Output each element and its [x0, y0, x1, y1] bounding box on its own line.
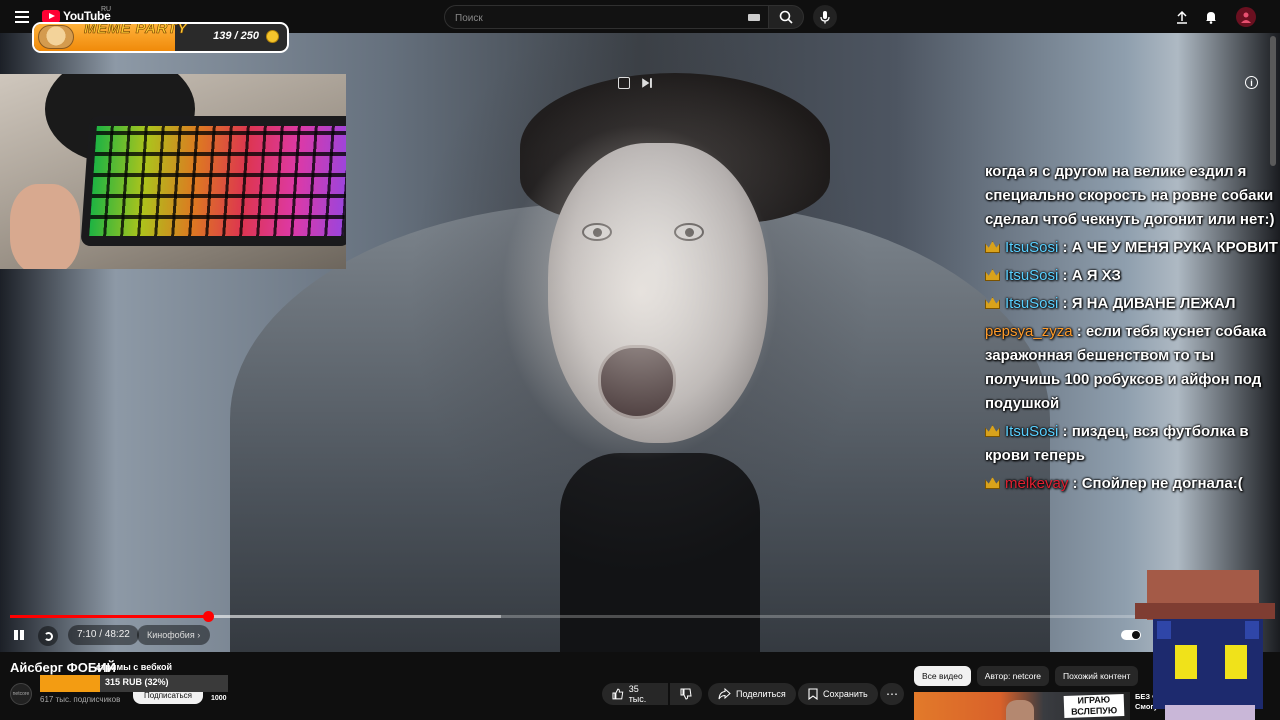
- dislike-button[interactable]: [670, 683, 702, 705]
- crown-icon: [985, 269, 1000, 281]
- webcam-keyboard: [80, 116, 346, 246]
- thumbs-up-icon: [612, 688, 624, 700]
- recommendation-thumbnail[interactable]: ИГРАЮ ВСЛЕПУЮ: [914, 692, 1130, 720]
- player-controls: 7:10 / 48:22 Кинофобия ›: [0, 622, 1280, 648]
- bookmark-icon: [808, 688, 818, 700]
- youtube-play-icon: [42, 9, 60, 23]
- pixel-cat-overlay: [1135, 565, 1280, 720]
- upload-icon[interactable]: [1172, 7, 1192, 27]
- chat-nick: pepsya_zyza: [985, 323, 1073, 340]
- chat-message: ItsuSosi : пиздец, вся футболка в крови …: [985, 420, 1280, 468]
- crown-icon: [985, 425, 1000, 437]
- donation-label: 315 RUB (32%): [105, 677, 169, 687]
- donation-bar: 315 RUB (32%): [40, 675, 228, 692]
- crown-icon: [985, 297, 1000, 309]
- keyboard-icon[interactable]: [748, 14, 760, 21]
- chat-text: : А ЧЕ У МЕНЯ РУКА КРОВИТ: [1062, 239, 1278, 256]
- progress-bar[interactable]: [10, 611, 1270, 622]
- coin-icon: [266, 30, 279, 43]
- chat-nick: ItsuSosi: [1005, 295, 1059, 312]
- like-button[interactable]: 35 тыс.: [602, 683, 668, 705]
- chat-text: : А Я ХЗ: [1062, 267, 1121, 284]
- youtube-page: YouTube RU i: [0, 0, 1280, 720]
- cat-eye: [1225, 645, 1247, 679]
- chat-nick: ItsuSosi: [1005, 423, 1059, 440]
- thumbnail-tag: ИГРАЮ ВСЛЕПУЮ: [1063, 693, 1125, 719]
- miniplayer-icon[interactable]: [618, 77, 630, 89]
- voice-search-button[interactable]: [813, 5, 837, 29]
- search-button[interactable]: [768, 5, 804, 29]
- chat-message: ItsuSosi : А ЧЕ У МЕНЯ РУКА КРОВИТ: [985, 236, 1280, 260]
- cat-ear: [1157, 621, 1171, 639]
- donation-progress: [40, 675, 101, 692]
- share-label: Поделиться: [736, 689, 786, 699]
- chat-text: когда я с другом на велике ездил я специ…: [985, 163, 1275, 228]
- channel-avatar-text: netcore: [12, 691, 30, 697]
- chat-message: ItsuSosi : Я НА ДИВАНЕ ЛЕЖАЛ: [985, 292, 1280, 316]
- search-box: [444, 5, 768, 29]
- search-input[interactable]: [455, 10, 735, 26]
- channel-avatar[interactable]: netcore: [10, 683, 32, 705]
- share-button[interactable]: Поделиться: [708, 683, 796, 705]
- time-display: 7:10 / 48:22: [68, 625, 139, 645]
- pause-icon[interactable]: [12, 628, 26, 642]
- user-icon: [1241, 12, 1251, 23]
- crown-icon: [985, 477, 1000, 489]
- chapter-button[interactable]: Кинофобия ›: [137, 625, 211, 645]
- thumbs-down-icon: [680, 688, 692, 700]
- chat-overlay: когда я с другом на велике ездил я специ…: [985, 160, 1280, 500]
- chip-all-videos[interactable]: Все видео: [914, 666, 971, 686]
- meme-party-widget: MEME PARTY 139 / 250: [32, 22, 289, 53]
- chat-message: ItsuSosi : А Я ХЗ: [985, 264, 1280, 288]
- more-icon: ⋯: [886, 687, 898, 701]
- chat-nick: melkevay: [1005, 475, 1069, 492]
- progress-played: [10, 615, 208, 618]
- chat-message: когда я с другом на велике ездил я специ…: [985, 160, 1280, 232]
- chat-nick: ItsuSosi: [1005, 267, 1059, 284]
- skip-next-icon[interactable]: [641, 77, 653, 89]
- info-icon[interactable]: i: [1245, 76, 1258, 89]
- chat-message: pepsya_zyza : если тебя куснет собака за…: [985, 320, 1280, 416]
- share-icon: [718, 688, 731, 700]
- video-info-area: Айсберг ФОБИЙ стримы с вебкой netcore 61…: [0, 652, 1280, 720]
- chat-text: : Я НА ДИВАНЕ ЛЕЖАЛ: [1062, 295, 1236, 312]
- search-icon: [779, 10, 793, 24]
- chat-nick: ItsuSosi: [1005, 239, 1059, 256]
- chat-message: melkevay : Спойлер не догнала:(: [985, 472, 1280, 496]
- more-actions-button[interactable]: ⋯: [880, 683, 904, 705]
- avatar[interactable]: [1236, 7, 1256, 27]
- subscriber-count: 617 тыс. подписчиков: [40, 695, 121, 704]
- bell-icon[interactable]: [1201, 7, 1221, 27]
- menu-icon[interactable]: [12, 7, 32, 27]
- progress-scrubber[interactable]: [202, 611, 214, 622]
- chip-similar[interactable]: Похожий контент: [1055, 666, 1139, 686]
- recommendation-chips: Все видео Автор: netcore Похожий контент: [914, 666, 1139, 686]
- thumbnail-face: [1006, 700, 1034, 720]
- video-subtitle: стримы с вебкой: [96, 662, 173, 672]
- chip-author[interactable]: Автор: netcore: [976, 666, 1050, 686]
- doge-icon: [38, 25, 74, 49]
- count-badge: 1000: [211, 695, 227, 702]
- cat-eye: [1175, 645, 1197, 679]
- meme-party-title: MEME PARTY: [84, 24, 188, 37]
- save-label: Сохранить: [823, 689, 868, 699]
- region-label: RU: [101, 6, 112, 13]
- crown-icon: [985, 241, 1000, 253]
- meme-party-count: 139 / 250: [213, 30, 259, 42]
- chevron-right-icon: ›: [197, 630, 201, 640]
- cat-hat-brim: [1135, 603, 1275, 619]
- like-count: 35 тыс.: [628, 684, 647, 704]
- webcam-hand: [10, 184, 80, 269]
- chapter-label: Кинофобия: [147, 630, 195, 640]
- webcam-overlay: [0, 74, 346, 269]
- cat-body: [1165, 705, 1255, 720]
- volume-icon[interactable]: [38, 626, 58, 646]
- page-scrollbar[interactable]: [1270, 36, 1276, 166]
- mic-icon: [820, 11, 830, 24]
- save-button[interactable]: Сохранить: [798, 683, 878, 705]
- subscribe-button[interactable]: Подписаться: [133, 690, 203, 704]
- cat-ear: [1245, 621, 1259, 639]
- chat-text: : Спойлер не догнала:(: [1072, 475, 1243, 492]
